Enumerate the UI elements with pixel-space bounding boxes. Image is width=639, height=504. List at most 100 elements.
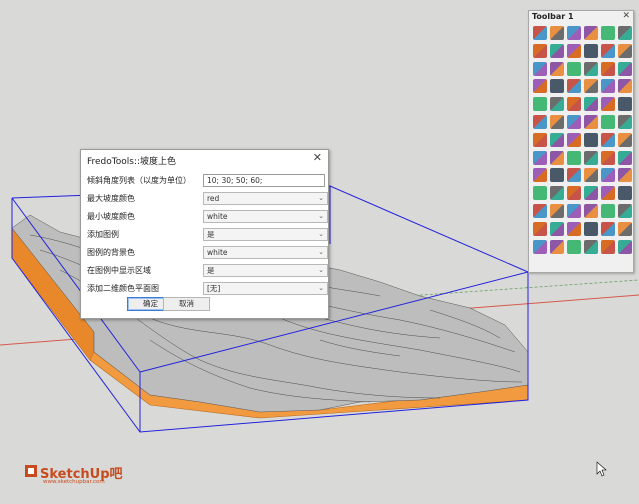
chevron-down-icon: ⌄: [318, 266, 324, 274]
toolbar-tool-icon[interactable]: [618, 239, 632, 254]
toolbar-tool-icon[interactable]: [567, 150, 581, 165]
toolbar-tool-icon[interactable]: [618, 186, 632, 201]
toolbar-tool-icon[interactable]: [567, 221, 581, 236]
toolbar-tool-icon[interactable]: [584, 203, 598, 218]
toolbar-tool-icon[interactable]: [550, 26, 564, 40]
toolbar-tool-icon[interactable]: [550, 114, 564, 129]
toolbar-tool-icon[interactable]: [533, 239, 547, 254]
toolbar-tool-icon[interactable]: [618, 168, 632, 183]
toolbar-tool-icon[interactable]: [533, 79, 547, 94]
toolbar-tool-icon[interactable]: [550, 43, 564, 58]
toolbar-tool-icon[interactable]: [567, 97, 581, 112]
toolbar-tool-icon[interactable]: [550, 239, 564, 254]
add-legend-select[interactable]: 是 ⌄: [203, 228, 328, 241]
toolbar-tool-icon[interactable]: [618, 203, 632, 218]
toolbar-tool-icon[interactable]: [533, 132, 547, 147]
toolbar-tool-icon[interactable]: [601, 61, 615, 76]
toolbar-tool-icon[interactable]: [567, 43, 581, 58]
max-color-select[interactable]: red ⌄: [203, 192, 328, 205]
toolbar-tool-icon[interactable]: [550, 186, 564, 201]
toolbar-tool-icon[interactable]: [584, 221, 598, 236]
toolbar-tool-icon[interactable]: [601, 221, 615, 236]
toolbar-tool-icon[interactable]: [618, 97, 632, 112]
toolbar-tool-icon[interactable]: [567, 132, 581, 147]
toolbar-tool-icon[interactable]: [550, 79, 564, 94]
toolbar-tool-icon[interactable]: [550, 61, 564, 76]
toolbar-tool-icon[interactable]: [550, 97, 564, 112]
toolbar-tool-icon[interactable]: [601, 43, 615, 58]
legend-bg-label: 图例的背景色: [87, 248, 135, 257]
show-area-select[interactable]: 是 ⌄: [203, 264, 328, 277]
toolbar-tool-icon[interactable]: [550, 221, 564, 236]
toolbar-tool-icon[interactable]: [567, 239, 581, 254]
toolbar-tool-icon[interactable]: [584, 43, 598, 58]
toolbar-title: Toolbar 1: [532, 12, 574, 21]
toolbar-tool-icon[interactable]: [533, 150, 547, 165]
toolbar-tool-icon[interactable]: [533, 186, 547, 201]
toolbar-tool-icon[interactable]: [567, 186, 581, 201]
toolbar-tool-icon[interactable]: [567, 203, 581, 218]
mouse-cursor-icon: [596, 461, 607, 477]
legend-bg-select[interactable]: white ⌄: [203, 246, 328, 259]
toolbar-tool-icon[interactable]: [550, 132, 564, 147]
toolbar-tool-icon[interactable]: [533, 61, 547, 76]
toolbar-tool-icon[interactable]: [584, 114, 598, 129]
close-icon[interactable]: ✕: [622, 11, 630, 21]
toolbar-tool-icon[interactable]: [618, 79, 632, 94]
toolbar-tool-icon[interactable]: [584, 26, 598, 40]
toolbar-tool-icon[interactable]: [567, 168, 581, 183]
close-icon[interactable]: ✕: [313, 151, 322, 164]
toolbar-tool-icon[interactable]: [601, 97, 615, 112]
toolbar-tool-icon[interactable]: [618, 150, 632, 165]
2d-plan-select[interactable]: [无] ⌄: [203, 282, 328, 295]
toolbar-tool-icon[interactable]: [584, 239, 598, 254]
toolbar-tool-icon[interactable]: [601, 79, 615, 94]
row-add-legend: 添加图例 是 ⌄: [87, 228, 328, 241]
toolbar-tool-icon[interactable]: [618, 221, 632, 236]
toolbar-tool-icon[interactable]: [533, 97, 547, 112]
row-legend-bg: 图例的背景色 white ⌄: [87, 246, 328, 259]
min-color-select[interactable]: white ⌄: [203, 210, 328, 223]
toolbar-tool-icon[interactable]: [584, 97, 598, 112]
toolbar-tool-icon[interactable]: [601, 114, 615, 129]
toolbar-tool-icon[interactable]: [601, 150, 615, 165]
toolbar-tool-icon[interactable]: [567, 26, 581, 40]
toolbar-tool-icon[interactable]: [618, 26, 632, 40]
logo-icon: [25, 465, 37, 477]
toolbar-tool-icon[interactable]: [601, 239, 615, 254]
toolbar-tool-icon[interactable]: [618, 114, 632, 129]
toolbar-tool-icon[interactable]: [533, 114, 547, 129]
toolbar-tool-icon[interactable]: [601, 186, 615, 201]
toolbar-tool-icon[interactable]: [567, 79, 581, 94]
toolbar-tool-icon[interactable]: [533, 26, 547, 40]
toolbar-tool-icon[interactable]: [533, 221, 547, 236]
add-legend-value: 是: [207, 230, 215, 239]
toolbar-tool-icon[interactable]: [584, 150, 598, 165]
toolbar-tool-icon[interactable]: [584, 79, 598, 94]
toolbar-tool-icon[interactable]: [601, 132, 615, 147]
toolbar-tool-icon[interactable]: [567, 61, 581, 76]
toolbar-tool-icon[interactable]: [601, 203, 615, 218]
toolbar-tool-icon[interactable]: [584, 168, 598, 183]
toolbar-tool-icon[interactable]: [533, 43, 547, 58]
toolbar-tool-icon[interactable]: [584, 61, 598, 76]
toolbar-tool-icon[interactable]: [601, 168, 615, 183]
show-area-label: 在图例中显示区域: [87, 266, 151, 275]
toolbar-tool-icon[interactable]: [584, 186, 598, 201]
toolbar-tool-icon[interactable]: [584, 132, 598, 147]
toolbar-tool-icon[interactable]: [601, 26, 615, 40]
toolbar-tool-icon[interactable]: [533, 203, 547, 218]
cancel-button[interactable]: 取消: [163, 297, 210, 311]
toolbar-grid: [532, 25, 632, 256]
toolbar-tool-icon[interactable]: [618, 61, 632, 76]
toolbar-tool-icon[interactable]: [567, 114, 581, 129]
toolbar-tool-icon[interactable]: [550, 168, 564, 183]
toolbar-tool-icon[interactable]: [550, 150, 564, 165]
row-angle-list: 倾斜角度列表（以度为单位） 10; 30; 50; 60;: [87, 174, 325, 187]
angle-list-input[interactable]: 10; 30; 50; 60;: [203, 174, 325, 187]
toolbar-tool-icon[interactable]: [533, 168, 547, 183]
toolbar-tool-icon[interactable]: [618, 132, 632, 147]
toolbar-tool-icon[interactable]: [618, 43, 632, 58]
max-color-label: 最大坡度颜色: [87, 194, 135, 203]
toolbar-tool-icon[interactable]: [550, 203, 564, 218]
